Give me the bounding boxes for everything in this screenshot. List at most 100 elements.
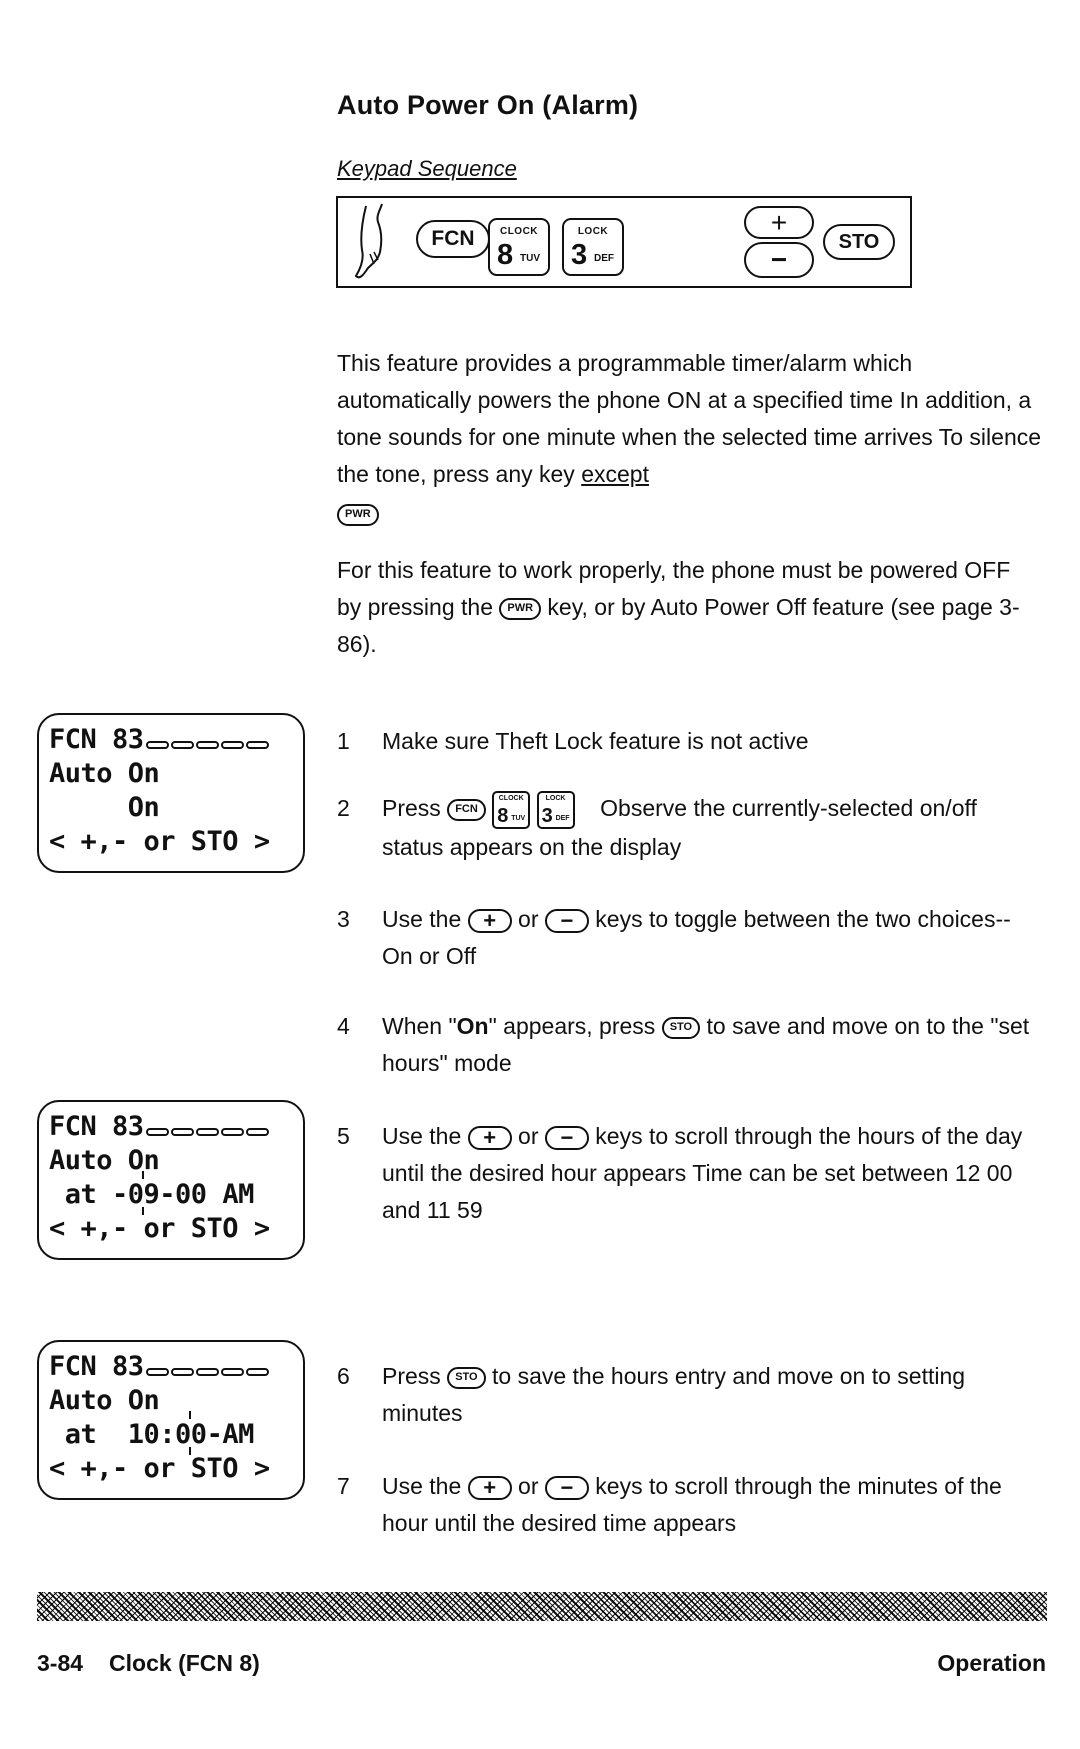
key-3-icon: LOCK 3 DEF	[536, 790, 575, 829]
lcd-line-2: Auto On	[49, 1385, 160, 1416]
lcd-blinking-hours: 09	[127, 1171, 160, 1215]
plus-key-icon: +	[467, 908, 512, 933]
lcd-line-1: FCN 83	[49, 1110, 303, 1144]
key-8-letters: TUV	[511, 814, 526, 822]
plus-key-label: +	[770, 206, 788, 238]
key-8-letters: TUV	[520, 253, 540, 264]
plus-key-icon: +	[467, 1125, 512, 1150]
plus-key: +	[744, 206, 814, 239]
step-4-before: When "	[382, 1013, 457, 1039]
sto-key-label: STO	[838, 230, 880, 253]
key-3-number: 3	[571, 239, 588, 271]
lcd-dash-segments	[145, 1111, 271, 1145]
blink-ray-icon	[189, 1411, 192, 1419]
step-7: 7 Use the + or − keys to scroll through …	[337, 1468, 1047, 1542]
lcd-time-prefix: at 10:	[49, 1419, 176, 1450]
key-8-number: 8	[497, 804, 509, 827]
intro-p1-emphasis: except	[581, 461, 649, 487]
fcn-key-label: FCN	[455, 803, 478, 816]
step-4: 4 When "On" appears, press STO to save a…	[337, 1008, 1037, 1082]
step-6: 6 Press STO to save the hours entry and …	[337, 1358, 1027, 1432]
step-5-before: Use the	[382, 1123, 468, 1149]
blink-ray-icon	[141, 1171, 144, 1179]
lcd-fcn-code: FCN 83	[49, 1111, 144, 1142]
intro-p1-text: This feature provides a programmable tim…	[337, 350, 1042, 487]
pwr-key-icon: PWR	[337, 503, 379, 526]
keypad-sequence-label: Keypad Sequence	[337, 156, 517, 181]
lcd-line-2: Auto On	[49, 1145, 160, 1176]
step-number: 7	[337, 1473, 350, 1499]
step-text: Use the + or − keys to scroll through th…	[382, 1118, 1047, 1229]
pwr-key-label: PWR	[345, 508, 371, 521]
fcn-key-label: FCN	[431, 227, 475, 250]
section-title: Auto Power On (Alarm)	[337, 90, 639, 120]
step-5: 5 Use the + or − keys to scroll through …	[337, 1118, 1047, 1229]
page-number: 3-84	[37, 1650, 84, 1676]
step-text: Press STO to save the hours entry and mo…	[382, 1358, 1027, 1432]
minus-key-icon: −	[544, 908, 589, 933]
lcd-line-3: at 10:00 -AM	[49, 1411, 303, 1455]
sto-key-label: STO	[455, 1371, 478, 1384]
page-footer-section: Operation	[937, 1650, 1046, 1676]
lcd-dash-segments	[145, 1351, 271, 1385]
step-1: 1 Make sure Theft Lock feature is not ac…	[337, 723, 1057, 760]
step-number: 5	[337, 1123, 350, 1149]
key-3-lock: LOCK 3 DEF	[562, 218, 624, 276]
step-3-mid: or	[511, 906, 545, 932]
lcd-blinking-minutes: 00	[175, 1411, 207, 1455]
plus-key-icon: +	[467, 1475, 512, 1500]
step-number: 2	[337, 795, 350, 821]
step-text: Use the + or − keys to scroll through th…	[382, 1468, 1047, 1542]
step-6-before: Press	[382, 1363, 448, 1389]
lcd-fcn-code: FCN 83	[49, 1351, 144, 1382]
intro-paragraph-1: This feature provides a programmable tim…	[337, 345, 1042, 530]
lcd-display-2: FCN 83 Auto On at -09 -00 AM < +,- or STO…	[37, 1100, 305, 1260]
lcd-dash-segments	[145, 724, 271, 758]
step-3: 3 Use the + or − keys to toggle between …	[337, 901, 1037, 975]
key-3-top-label: LOCK	[577, 226, 609, 237]
step-4-mid: " appears, press	[488, 1013, 662, 1039]
sto-key-icon: STO	[661, 1016, 701, 1039]
lcd-display-1: FCN 83 Auto On On < +,- or STO >	[37, 713, 305, 873]
key-8-top-label: CLOCK	[499, 226, 539, 237]
page-footer-left: 3-84 Clock (FCN 8)	[37, 1650, 260, 1677]
decorative-divider-band	[37, 1592, 1047, 1621]
lcd-blinking-value: 00	[175, 1419, 207, 1450]
lcd-line-4: < +,- or STO >	[49, 826, 270, 857]
sto-key-label: STO	[669, 1021, 693, 1034]
step-5-mid: or	[511, 1123, 545, 1149]
step-7-before: Use the	[382, 1473, 468, 1499]
fcn-key: FCN	[416, 220, 490, 258]
step-text: Press FCN CLOCK 8 TUV LOCK 3 DEF Observe the…	[382, 790, 1037, 866]
step-3-before: Use the	[382, 906, 468, 932]
step-7-mid: or	[511, 1473, 545, 1499]
chapter-title: Clock (FCN 8)	[109, 1650, 260, 1676]
step-number: 3	[337, 906, 350, 932]
key-3-number: 3	[541, 804, 553, 827]
finger-press-icon	[354, 203, 383, 279]
sto-key-icon: STO	[447, 1366, 486, 1389]
minus-key: −	[744, 242, 814, 278]
lcd-line-3: at -09 -00 AM	[49, 1171, 303, 1215]
step-text: When "On" appears, press STO to save and…	[382, 1008, 1037, 1082]
lcd-line-4: < +,- or STO >	[49, 1213, 270, 1244]
step-number: 1	[337, 728, 350, 754]
lcd-blinking-value: 09	[127, 1179, 160, 1210]
keypad-sequence-box: FCN CLOCK 8 TUV LOCK 3 DEF + − STO	[336, 196, 912, 288]
minus-key-icon: −	[544, 1125, 589, 1150]
step-text: Make sure Theft Lock feature is not acti…	[382, 728, 809, 754]
key-8-icon: CLOCK 8 TUV	[492, 790, 531, 829]
step-number: 6	[337, 1363, 350, 1389]
key-8-top-label: CLOCK	[498, 794, 524, 802]
key-3-letters: DEF	[594, 253, 614, 264]
lcd-time-prefix: at -	[49, 1179, 129, 1210]
key-8-number: 8	[497, 239, 514, 271]
lcd-line-1: FCN 83	[49, 1350, 303, 1384]
lcd-line-2: Auto On	[49, 758, 160, 789]
key-8-clock: CLOCK 8 TUV	[488, 218, 550, 276]
sto-key: STO	[823, 224, 895, 260]
lcd-fcn-code: FCN 83	[49, 724, 144, 755]
lcd-line-1: FCN 83	[49, 723, 303, 757]
lcd-line-4: < +,- or STO >	[49, 1453, 270, 1484]
key-3-letters: DEF	[555, 814, 570, 822]
